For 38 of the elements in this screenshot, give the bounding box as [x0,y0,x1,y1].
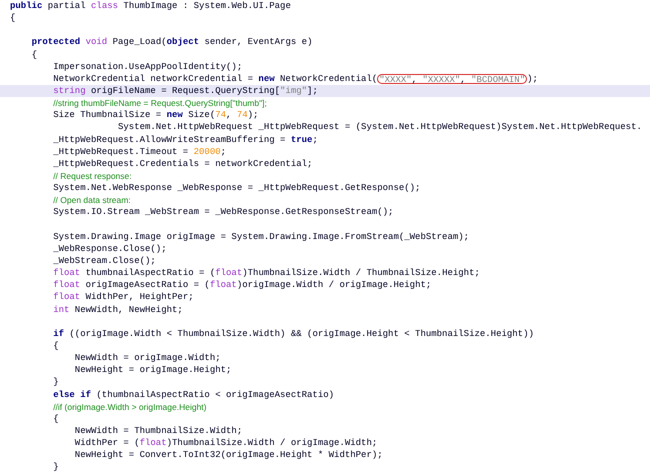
code-line: System.Net.HttpWebRequest _HttpWebRequest = (System.Net.HttpWebRequest)System.Net.HttpWebRequest. [118,121,642,134]
code-comment: // Open data stream: [53,194,131,206]
code-line: NewWidth = origImage.Width; [74,352,221,364]
code-line: System.Net.WebResponse _WebResponse = _HttpWebRequest.GetResponse(); [53,182,420,194]
code-line: float thumbnailAspectRatio = (float)ThumbnailSize.Width / ThumbnailSize.Height; [53,267,480,280]
code-comment: //if (origImage.Width > origImage.Height) [53,400,206,413]
code-line: NewHeight = Convert.ToInt32(origImage.Height * WidthPer); [74,449,383,462]
code-line: else if (thumbnailAspectRatio < origImageAsectRatio) [53,388,334,401]
code-line: string origFileName = Request.QueryString["img"]; [53,84,318,98]
code-line: float WidthPer, HeightPer; [53,291,194,304]
code-line: _WebResponse.Close(); [53,242,167,255]
code-line: _WebStream.Close(); [53,254,156,268]
code-line: _HttpWebRequest.Credentials = networkCredential; [53,158,312,170]
code-line: _HttpWebRequest.AllowWriteStreamBuffering = true; [53,134,318,146]
code-line: WidthPer = (float)ThumbnailSize.Width / origImage.Width; [74,437,378,450]
code-comment: //string thumbFileName = Request.QueryString["thumb"]; [53,97,267,110]
code-line: System.IO.Stream _WebStream = _WebResponse.GetResponseStream(); [53,206,394,219]
code-line: float origImageAsectRatio = (float)origImage.Width / origImage.Height; [53,279,432,292]
code-line: NewHeight = origImage.Height; [74,364,232,376]
code-line: ); [527,72,538,85]
code-line: _HttpWebRequest.Timeout = 20000; [53,146,226,158]
code-line: { [10,12,16,24]
code-line: Impersonation.UseAppPoolIdentity(); [53,60,242,73]
code-line: { [32,48,37,61]
code-line: { [53,412,59,425]
code-line: Size ThumbnailSize = new Size(74, 74); [53,109,258,122]
code-line: } [53,376,59,388]
code-line: int NewWidth, NewHeight; [53,304,183,316]
code-line: { [53,340,59,352]
code-line: protected void Page_Load(object sender, EventArgs e) [32,36,312,49]
code-line: public partial class ThumbImage : System.Web.UI.Page [10,0,291,12]
code-line: NetworkCredential networkCredential = new NetworkCredential( [53,72,378,85]
code-line: if ((origImage.Width < ThumbnailSize.Width) && (origImage.Height < ThumbnailSize.Height)) [53,328,534,340]
code-line: } [53,461,59,474]
code-comment: // Request response: [53,170,132,182]
code-line: System.Drawing.Image origImage = System.Drawing.Image.FromStream(_WebStream); [53,230,470,243]
code-line: NewWidth = ThumbnailSize.Width; [74,424,242,438]
circled-code: "XXXX", "XXXXX", "BCDOMAIN" [377,74,528,84]
